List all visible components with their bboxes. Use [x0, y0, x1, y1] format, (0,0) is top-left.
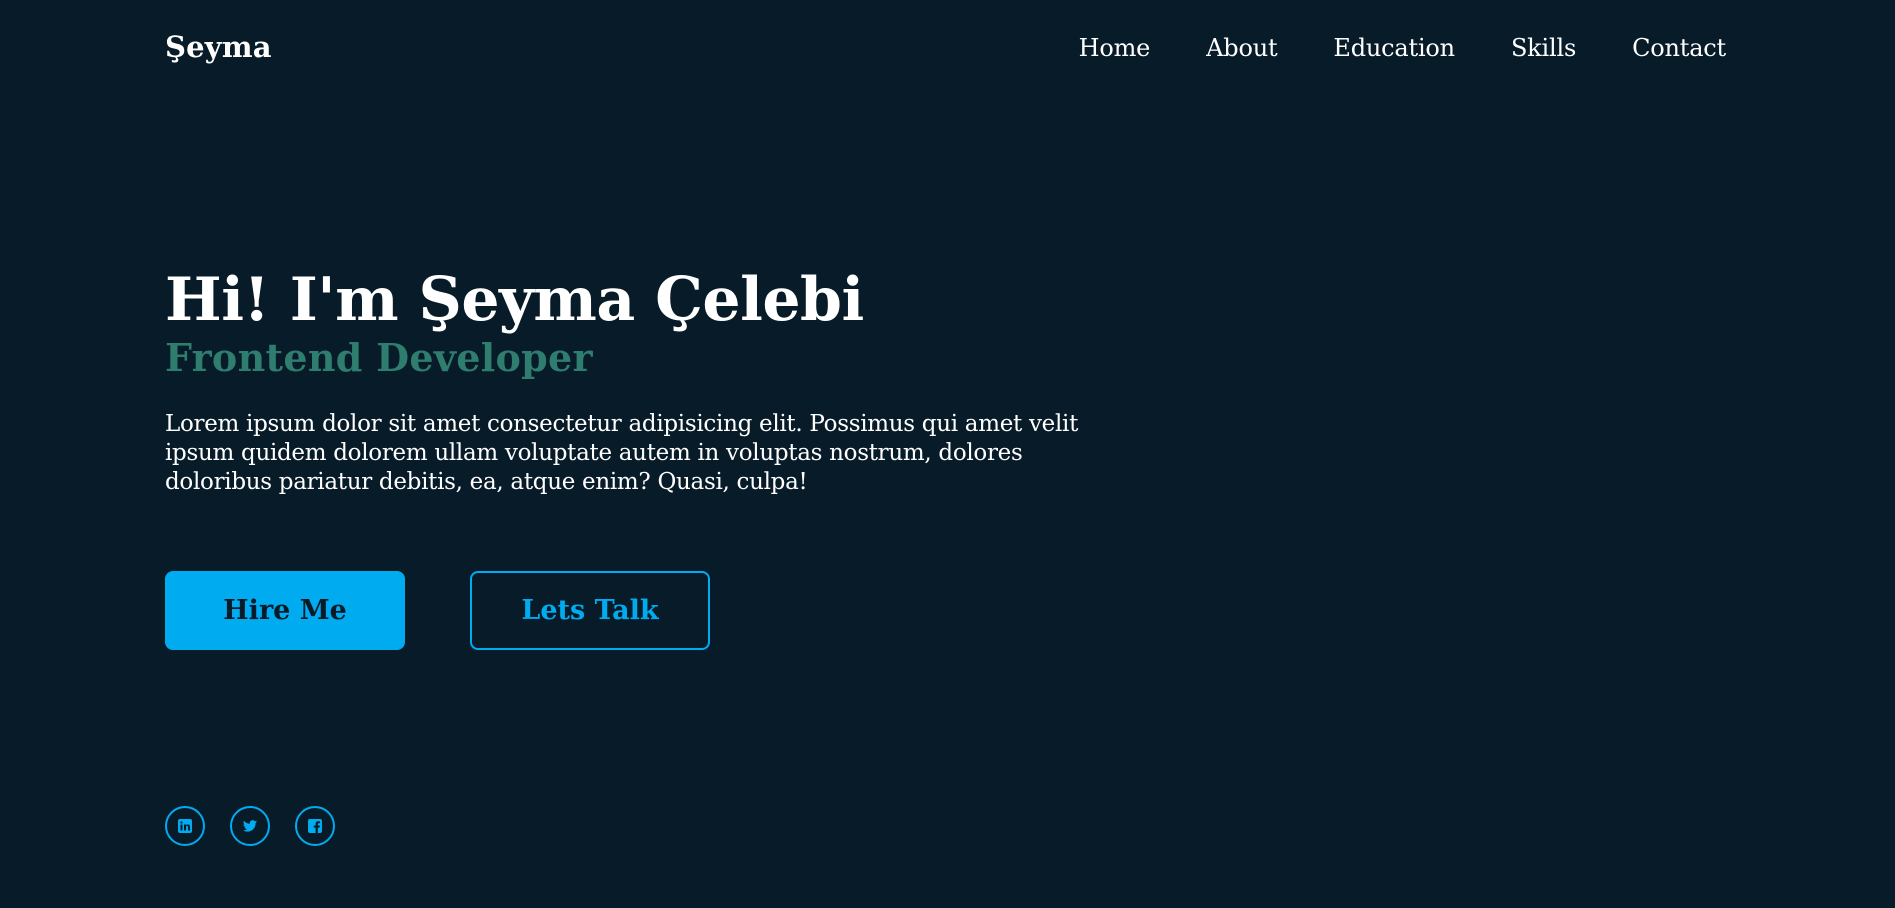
- lets-talk-button[interactable]: Lets Talk: [470, 571, 710, 650]
- twitter-link[interactable]: [230, 806, 270, 846]
- logo[interactable]: Şeyma: [165, 30, 272, 64]
- nav-education[interactable]: Education: [1333, 33, 1455, 63]
- hero-section: Hi! I'm Şeyma Çelebi Frontend Developer …: [165, 260, 1085, 497]
- hire-me-button[interactable]: Hire Me: [165, 571, 405, 650]
- nav-skills[interactable]: Skills: [1511, 33, 1576, 63]
- facebook-link[interactable]: [295, 806, 335, 846]
- nav-about[interactable]: About: [1206, 33, 1277, 63]
- nav-home[interactable]: Home: [1079, 33, 1151, 63]
- linkedin-icon: [178, 819, 192, 833]
- twitter-icon: [243, 820, 257, 832]
- nav-contact[interactable]: Contact: [1632, 33, 1726, 63]
- hero-description: Lorem ipsum dolor sit amet consectetur a…: [165, 411, 1079, 495]
- hero-buttons: Hire Me Lets Talk: [165, 571, 710, 650]
- facebook-icon: [308, 819, 322, 833]
- social-links: [165, 806, 360, 846]
- linkedin-link[interactable]: [165, 806, 205, 846]
- site-header: Şeyma Home About Education Skills Contac…: [0, 0, 1895, 100]
- main-nav: Home About Education Skills Contact: [1079, 33, 1727, 63]
- hero-title: Hi! I'm Şeyma Çelebi: [165, 265, 864, 335]
- hero-subtitle: Frontend Developer: [165, 335, 593, 380]
